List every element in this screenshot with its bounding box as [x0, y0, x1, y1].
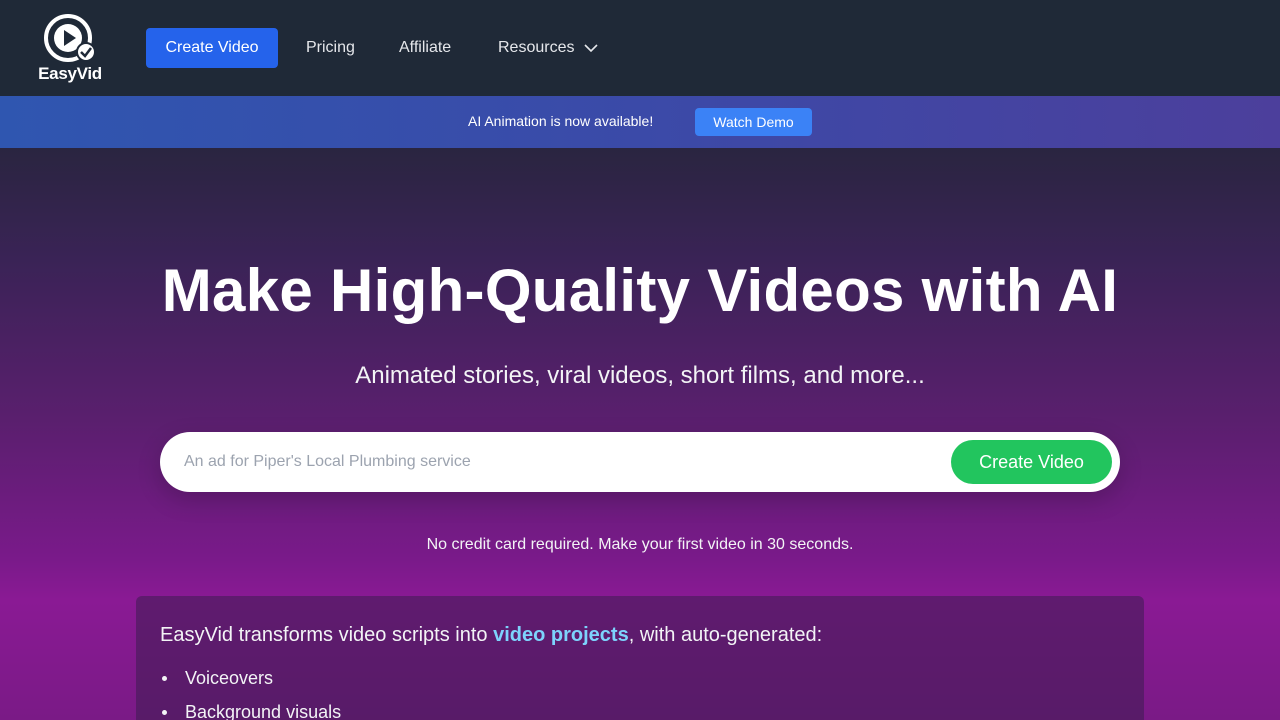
info-intro-after: , with auto-generated: [628, 624, 823, 646]
watch-demo-button[interactable]: Watch Demo [695, 108, 812, 136]
top-navbar: EasyVid Create Video Pricing Affiliate R… [0, 0, 1280, 96]
nav-pricing-link[interactable]: Pricing [306, 38, 355, 58]
video-prompt-input[interactable] [184, 450, 924, 474]
nav-create-video-button[interactable]: Create Video [146, 28, 278, 68]
list-item: Voiceovers [160, 668, 341, 702]
chevron-down-icon [584, 44, 599, 52]
info-card: EasyVid transforms video scripts into vi… [136, 596, 1144, 720]
video-projects-link[interactable]: video projects [493, 624, 629, 646]
logo[interactable]: EasyVid [34, 12, 106, 86]
nav-affiliate-link[interactable]: Affiliate [399, 38, 451, 58]
info-intro: EasyVid transforms video scripts into vi… [160, 624, 822, 647]
hero-title: Make High-Quality Videos with AI [161, 257, 1119, 324]
play-check-logo-icon [44, 14, 96, 62]
no-credit-card-note: No credit card required. Make your first… [426, 536, 854, 553]
info-intro-before: EasyVid transforms video scripts into [160, 624, 494, 646]
logo-text: EasyVid [38, 64, 102, 83]
video-prompt-form: Create Video [160, 432, 1120, 492]
hero-subtitle: Animated stories, viral videos, short fi… [355, 362, 925, 389]
nav-resources-dropdown[interactable]: Resources [498, 38, 599, 58]
banner-text: AI Animation is now available! [468, 113, 654, 129]
feature-list: Voiceovers Background visuals [160, 668, 341, 720]
nav-resources-label: Resources [498, 39, 575, 56]
announcement-banner: AI Animation is now available! [0, 96, 1280, 148]
create-video-button[interactable]: Create Video [951, 440, 1112, 484]
list-item: Background visuals [160, 702, 341, 720]
